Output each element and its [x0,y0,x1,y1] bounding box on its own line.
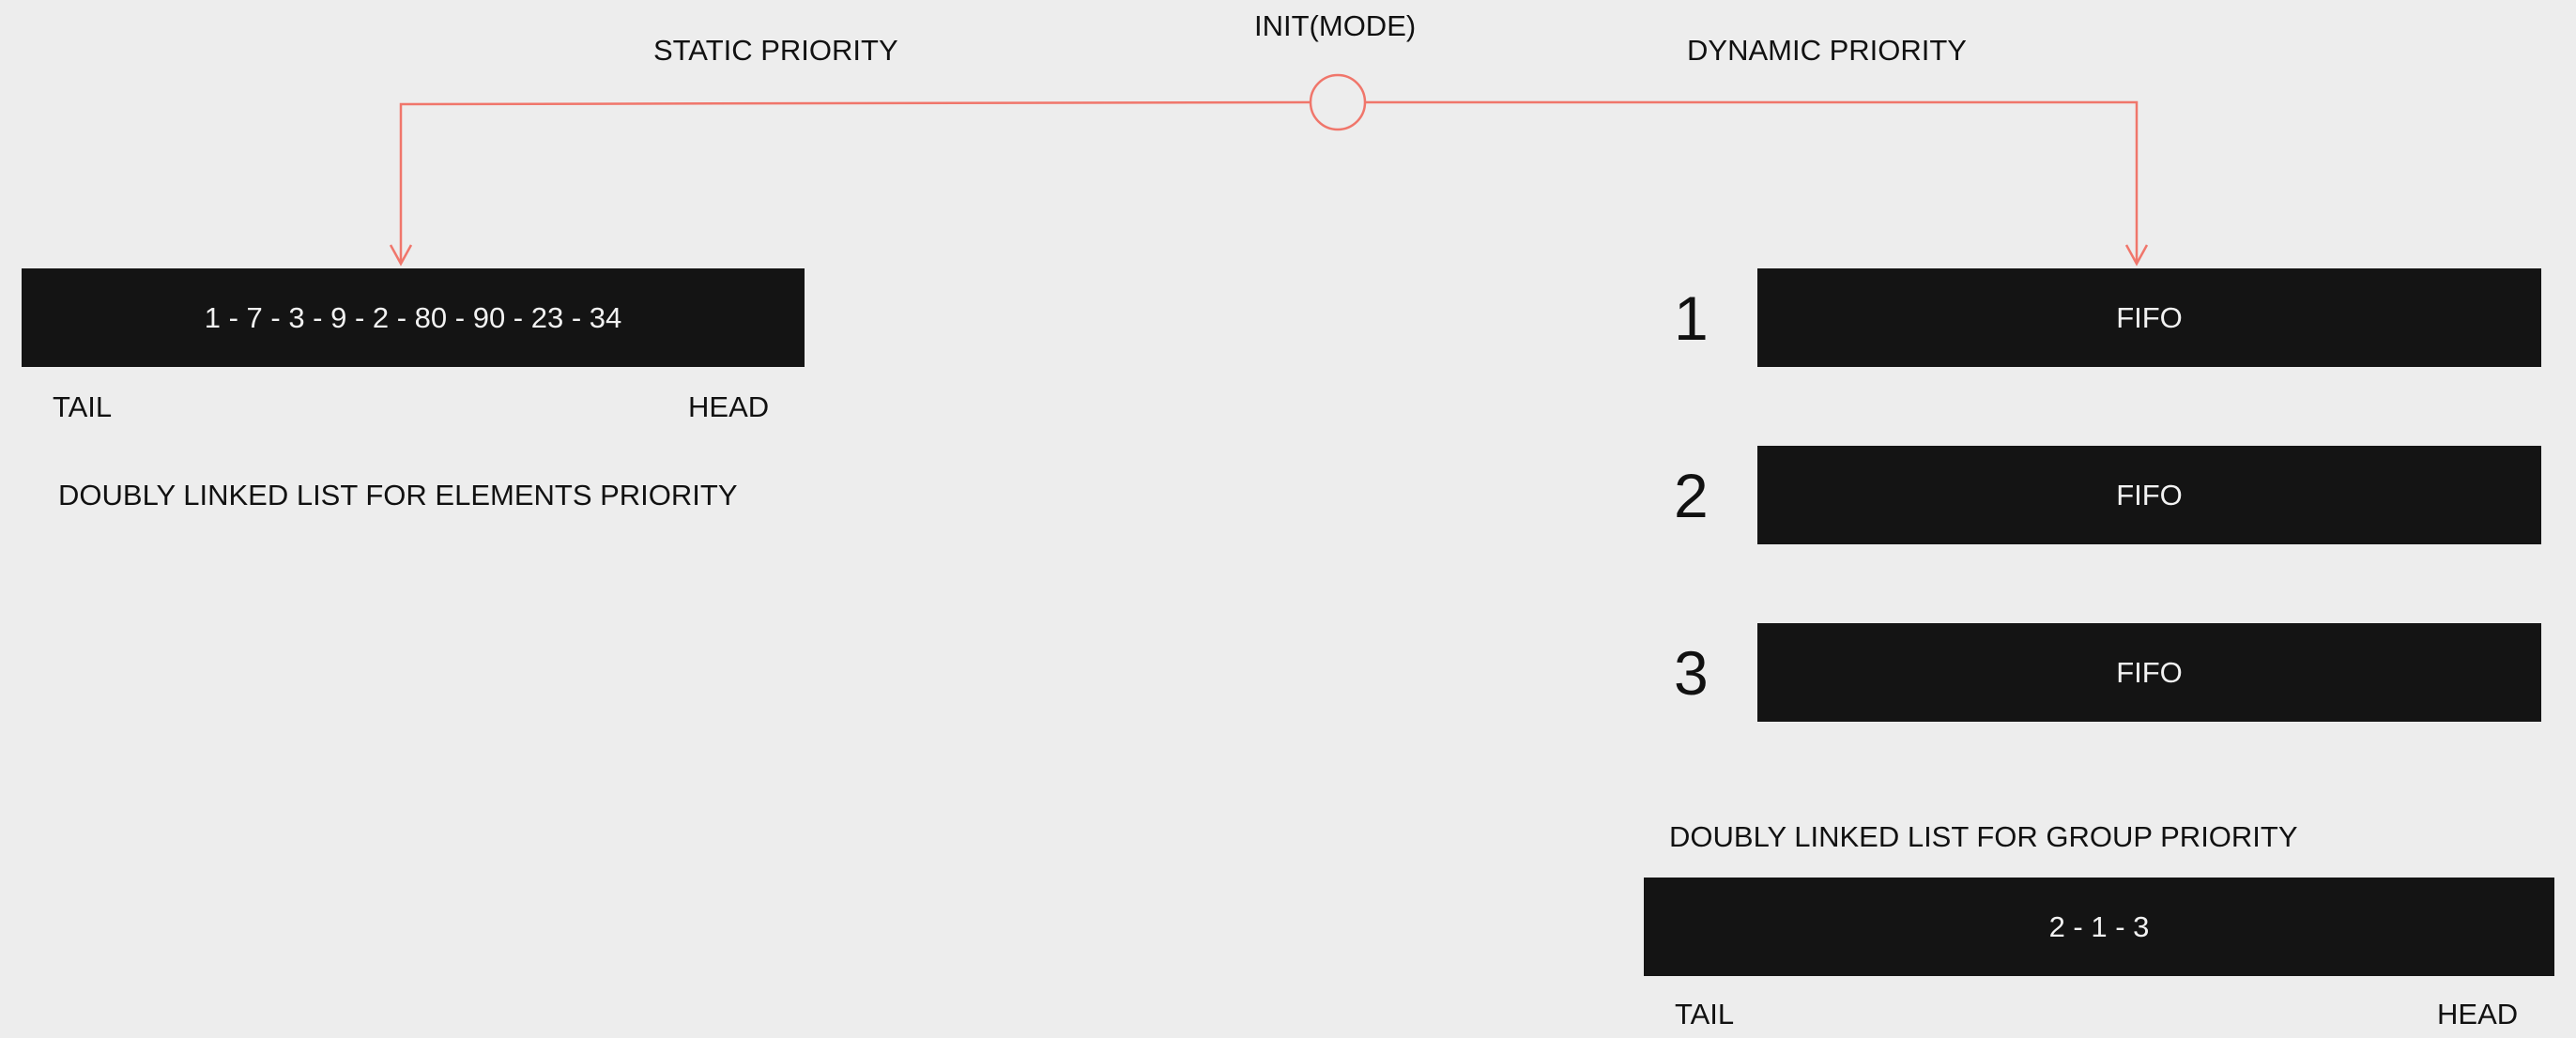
group-fifo-3: FIFO [1757,623,2541,722]
group-number-1: 1 [1674,283,1709,353]
init-mode-node[interactable] [1309,73,1367,131]
dynamic-priority-connector [1365,100,2139,264]
group-priority-caption: DOUBLY LINKED LIST FOR GROUP PRIORITY [1669,820,2298,853]
dynamic-tail-label: TAIL [1675,998,1735,1030]
group-priority-list: 2 - 1 - 3 [1644,878,2554,976]
init-mode-label: INIT(MODE) [1254,9,1417,42]
group-fifo-1-label: FIFO [2116,300,2183,334]
elements-priority-caption: DOUBLY LINKED LIST FOR ELEMENTS PRIORITY [58,479,738,511]
diagram-canvas: INIT(MODE) STATIC PRIORITY DYNAMIC PRIOR… [0,0,2576,1038]
dynamic-priority-label: DYNAMIC PRIORITY [1687,34,1967,67]
dynamic-head-label: HEAD [2437,998,2519,1030]
static-head-label: HEAD [688,390,770,423]
static-priority-connector [399,100,1311,264]
elements-priority-list: 1 - 7 - 3 - 9 - 2 - 80 - 90 - 23 - 34 [22,268,805,367]
group-fifo-2-label: FIFO [2116,478,2183,511]
static-tail-label: TAIL [53,390,113,423]
group-priority-list-value: 2 - 1 - 3 [2048,909,2150,943]
elements-priority-list-value: 1 - 7 - 3 - 9 - 2 - 80 - 90 - 23 - 34 [204,300,622,334]
dynamic-priority-arrowhead [2124,244,2149,267]
group-number-2: 2 [1674,461,1709,530]
group-fifo-1: FIFO [1757,268,2541,367]
group-number-3: 3 [1674,638,1709,708]
group-fifo-2: FIFO [1757,446,2541,544]
static-priority-arrowhead [389,244,413,267]
group-fifo-3-label: FIFO [2116,655,2183,689]
static-priority-label: STATIC PRIORITY [653,34,898,67]
